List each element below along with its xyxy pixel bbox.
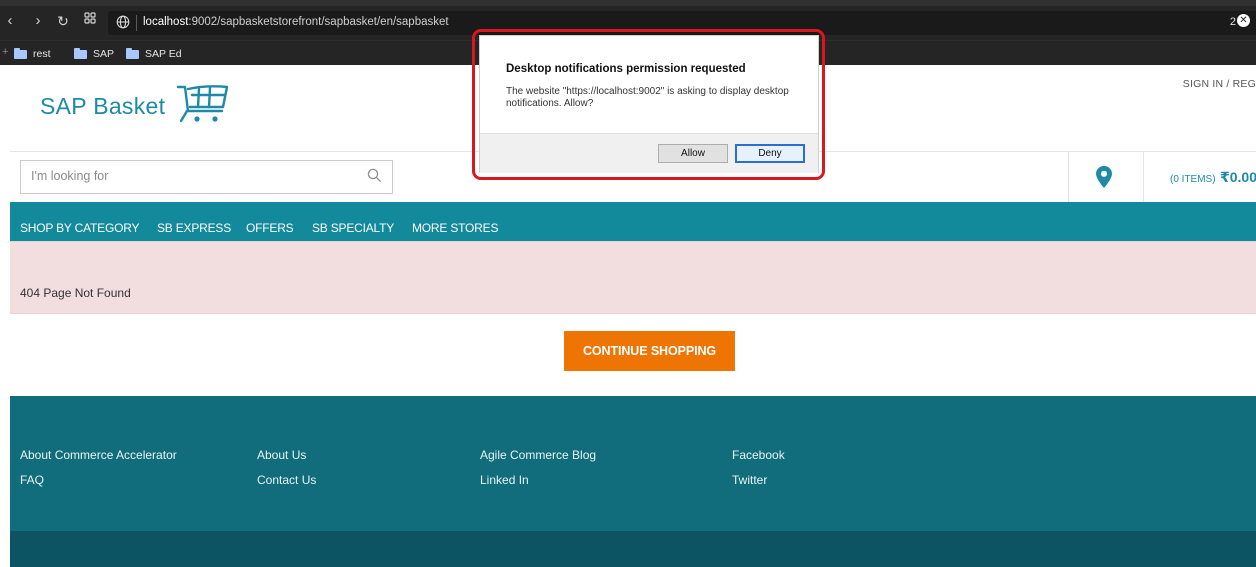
footer-link-about-commerce-accelerator[interactable]: About Commerce Accelerator (20, 448, 177, 462)
continue-shopping-button[interactable]: CONTINUE SHOPPING (564, 331, 735, 371)
error-message: 404 Page Not Found (20, 286, 131, 300)
forward-icon[interactable]: › (30, 13, 46, 29)
bookmark-add-icon[interactable]: + (2, 46, 8, 58)
nav-shop-by-category[interactable]: SHOP BY CATEGORY (20, 221, 139, 235)
cart-items-count: (0 ITEMS) (1170, 174, 1216, 185)
footer-link-facebook[interactable]: Facebook (732, 448, 785, 462)
nav-sb-express[interactable]: SB EXPRESS (157, 221, 231, 235)
search-icon[interactable] (367, 168, 382, 188)
footer-link-faq[interactable]: FAQ (20, 473, 44, 487)
bookmark-label: SAP (93, 48, 115, 60)
footer-link-linked-in[interactable]: Linked In (480, 473, 529, 487)
url-path: :9002/sapbasketstorefront/sapbasket/en/s… (188, 16, 449, 28)
globe-icon (116, 15, 132, 31)
footer-link-twitter[interactable]: Twitter (732, 473, 767, 487)
url-separator (136, 15, 137, 31)
footer-link-contact-us[interactable]: Contact Us (257, 473, 316, 487)
footer: About Commerce Accelerator FAQ About Us … (10, 396, 1256, 531)
nav-sb-specialty[interactable]: SB SPECIALTY (312, 221, 394, 235)
extension-count: 2 (1229, 16, 1236, 28)
page-gutter (0, 65, 10, 567)
bookmark-label: SAP Ed (145, 48, 182, 60)
footer-link-agile-commerce-blog[interactable]: Agile Commerce Blog (480, 448, 596, 462)
bookmark-label: rest (33, 48, 51, 60)
mini-cart[interactable]: (0 ITEMS) ₹0.00 (1170, 169, 1256, 187)
extension-close-icon[interactable]: ✕ (1237, 14, 1250, 27)
back-icon[interactable]: ‹ (2, 13, 18, 29)
footer-bottom-bar (10, 531, 1256, 567)
footer-link-about-us[interactable]: About Us (257, 448, 306, 462)
folder-icon (126, 47, 139, 59)
divider (1068, 152, 1069, 202)
bookmark-sap[interactable]: SAP (74, 47, 114, 61)
error-alert: 404 Page Not Found (10, 241, 1256, 314)
nav-more-stores[interactable]: MORE STORES (412, 221, 498, 235)
search-box (20, 160, 393, 194)
divider (1143, 152, 1144, 202)
sign-in-link[interactable]: SIGN IN / REG (1183, 78, 1256, 90)
store-locator-pin-icon[interactable] (1095, 165, 1113, 194)
apps-grid-icon[interactable] (82, 12, 98, 28)
cart-total: ₹0.00 (1220, 169, 1256, 185)
url-text[interactable]: localhost:9002/sapbasketstorefront/sapba… (143, 16, 449, 28)
search-input[interactable] (29, 168, 353, 184)
url-host: localhost (143, 16, 189, 28)
tab-strip (0, 0, 1256, 6)
reload-icon[interactable]: ↻ (55, 13, 71, 29)
nav-offers[interactable]: OFFERS (246, 221, 294, 235)
highlight-outline (472, 29, 825, 180)
logo-text[interactable]: SAP Basket (40, 93, 165, 120)
bookmark-sap-ed[interactable]: SAP Ed (126, 47, 182, 61)
basket-logo-icon[interactable] (175, 81, 231, 132)
folder-icon (14, 47, 27, 59)
folder-icon (74, 47, 87, 59)
bookmark-rest[interactable]: rest (14, 47, 51, 61)
